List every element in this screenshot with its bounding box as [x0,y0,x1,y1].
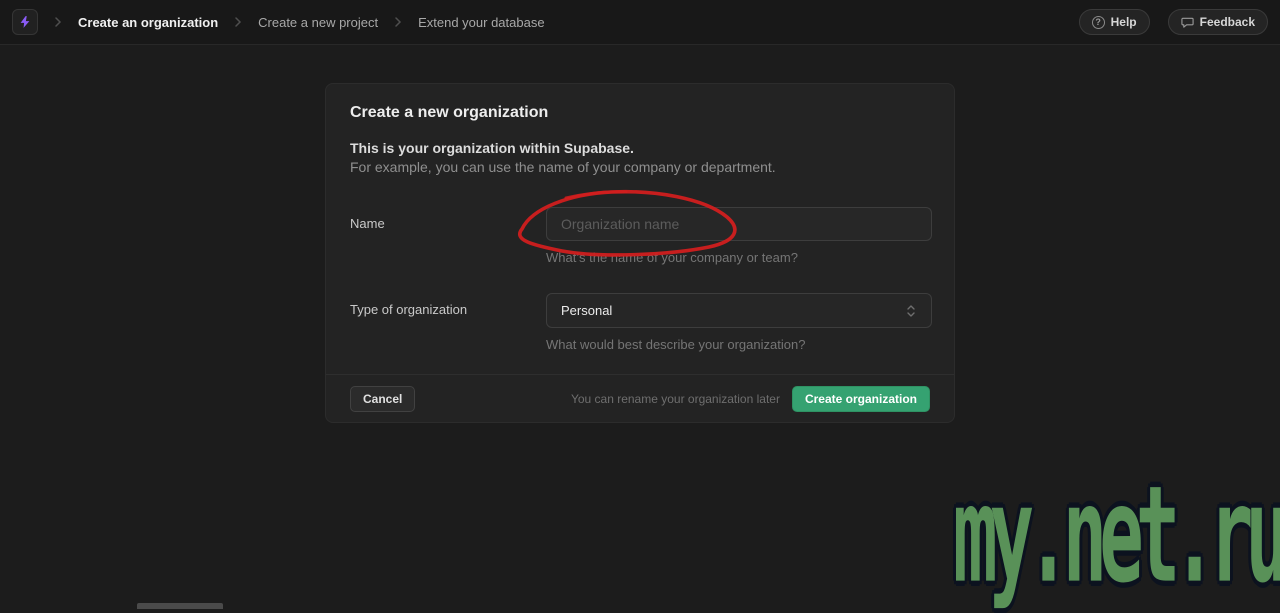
name-field-row: Name What’s the name of your company or … [350,207,930,265]
feedback-button[interactable]: Feedback [1168,9,1268,35]
app-header: Create an organization Create a new proj… [0,0,1280,45]
organization-type-select[interactable]: Personal [546,293,932,328]
card-description: This is your organization within Supabas… [350,139,930,177]
breadcrumb-create-organization[interactable]: Create an organization [78,15,218,30]
help-circle-icon: ? [1092,16,1105,29]
breadcrumb-separator-icon [54,17,62,27]
breadcrumb-create-project[interactable]: Create a new project [258,15,378,30]
type-helper-text: What would best describe your organizati… [546,337,932,352]
card-title: Create a new organization [350,104,930,122]
watermark-text: my.net.ru [953,458,1280,613]
feedback-button-label: Feedback [1200,15,1255,29]
breadcrumb-separator-icon [394,17,402,27]
type-field-label: Type of organization [350,293,546,352]
organization-type-value: Personal [561,303,612,318]
speech-bubble-icon [1181,16,1194,29]
card-footer: Cancel You can rename your organization … [326,374,954,422]
supabase-logo[interactable] [12,9,38,35]
rename-note: You can rename your organization later [571,392,780,406]
chevron-up-down-icon [905,303,917,319]
name-helper-text: What’s the name of your company or team? [546,250,932,265]
card-description-detail: For example, you can use the name of you… [350,158,930,177]
name-field-label: Name [350,207,546,265]
breadcrumb-separator-icon [234,17,242,27]
type-field-row: Type of organization Personal What would… [350,293,930,352]
create-organization-button[interactable]: Create organization [792,386,930,412]
breadcrumb-extend-database[interactable]: Extend your database [418,15,544,30]
zap-icon [18,15,32,29]
organization-name-input[interactable] [546,207,932,241]
help-button-label: Help [1111,15,1137,29]
cancel-button[interactable]: Cancel [350,386,415,412]
card-description-bold: This is your organization within Supabas… [350,139,930,158]
create-organization-card: Create a new organization This is your o… [325,83,955,423]
help-button[interactable]: ? Help [1079,9,1150,35]
horizontal-scrollbar-thumb[interactable] [137,603,223,609]
